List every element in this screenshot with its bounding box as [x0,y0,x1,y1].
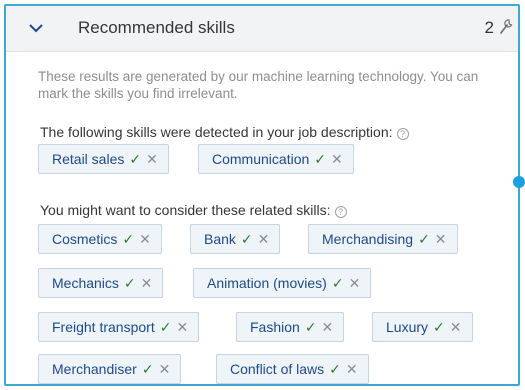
check-icon[interactable]: ✓ [142,361,154,378]
check-icon[interactable]: ✓ [305,319,317,336]
skill-chip-mechanics: Mechanics ✓ ✕ [38,268,164,298]
check-icon[interactable]: ✓ [124,275,136,292]
panel-header[interactable]: Recommended skills 2 [6,6,518,52]
help-icon[interactable]: ? [396,128,409,140]
skill-chip-label: Animation (movies) [207,275,327,291]
skill-count: 2 [484,18,494,37]
skill-chip-bank: Bank ✓ ✕ [190,224,281,254]
close-icon[interactable]: ✕ [322,319,334,336]
close-icon[interactable]: ✕ [331,151,343,168]
chevron-down-icon[interactable] [28,18,44,38]
check-icon[interactable]: ✓ [418,231,430,248]
skill-chip-label: Cosmetics [52,231,118,247]
detected-skills-label-text: The following skills were detected in yo… [40,124,393,140]
help-icon[interactable]: ? [334,206,347,218]
ml-hint-text: These results are generated by our machi… [38,69,479,101]
close-icon[interactable]: ✕ [159,361,171,378]
close-icon[interactable]: ✕ [176,319,188,336]
close-icon[interactable]: ✕ [346,361,358,378]
skill-chip-label: Merchandising [322,231,414,247]
skill-chip-label: Luxury [386,319,429,335]
check-icon[interactable]: ✓ [129,151,141,168]
skill-chip-label: Conflict of laws [230,361,325,377]
check-icon[interactable]: ✓ [433,319,445,336]
skill-chip-fashion: Fashion ✓ ✕ [236,312,345,342]
close-icon[interactable]: ✕ [349,275,361,292]
wrench-icon[interactable] [498,18,514,36]
skill-chip-communication: Communication ✓ ✕ [198,144,354,174]
close-icon[interactable]: ✕ [450,319,462,336]
resize-handle[interactable] [513,176,525,188]
skill-chip-label: Mechanics [52,275,119,291]
close-icon[interactable]: ✕ [435,231,447,248]
skill-chip-label: Freight transport [52,319,155,335]
check-icon[interactable]: ✓ [314,151,326,168]
close-icon[interactable]: ✕ [139,231,151,248]
close-icon[interactable]: ✕ [146,151,158,168]
skill-chip-freight-transport: Freight transport ✓ ✕ [38,312,200,342]
skill-chip-retail-sales: Retail sales ✓ ✕ [38,144,169,174]
skill-chip-label: Retail sales [52,151,125,167]
related-skills-label: You might want to consider these related… [40,202,347,218]
skill-chip-label: Fashion [250,319,300,335]
panel-title: Recommended skills [78,18,235,37]
related-skills-label-text: You might want to consider these related… [40,202,331,218]
check-icon[interactable]: ✓ [160,319,172,336]
skill-chip-label: Merchandiser [52,361,137,377]
skill-chip-label: Bank [204,231,236,247]
recommended-skills-panel: Recommended skills 2 These results are g… [4,4,525,386]
close-icon[interactable]: ✕ [141,275,153,292]
skill-chip-cosmetics: Cosmetics ✓ ✕ [38,224,162,254]
check-icon[interactable]: ✓ [329,361,341,378]
detected-skills-label: The following skills were detected in yo… [40,124,409,140]
check-icon[interactable]: ✓ [332,275,344,292]
skill-chip-conflict-of-laws: Conflict of laws ✓ ✕ [216,354,369,384]
skill-chip-label: Communication [212,151,310,167]
skill-chip-luxury: Luxury ✓ ✕ [372,312,473,342]
skill-chip-merchandiser: Merchandiser ✓ ✕ [38,354,182,384]
skill-chip-merchandising: Merchandising ✓ ✕ [308,224,458,254]
check-icon[interactable]: ✓ [122,231,134,248]
close-icon[interactable]: ✕ [258,231,270,248]
check-icon[interactable]: ✓ [241,231,253,248]
skill-chip-animation-movies: Animation (movies) ✓ ✕ [193,268,372,298]
